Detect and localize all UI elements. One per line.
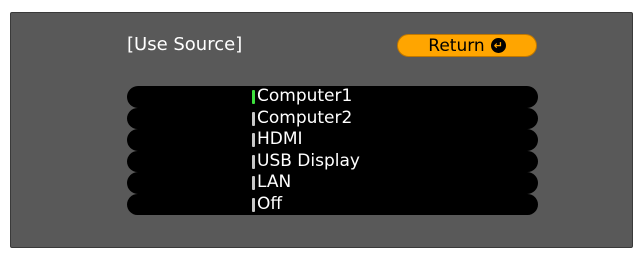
dialog-title: [Use Source] xyxy=(127,34,243,55)
source-list: Computer1 Computer2 HDMI USB Display LAN… xyxy=(127,86,538,215)
source-item-lan[interactable]: LAN xyxy=(127,172,538,194)
enter-icon: ↵ xyxy=(490,38,506,53)
source-item-computer2[interactable]: Computer2 xyxy=(127,107,538,129)
source-item-label: Computer1 xyxy=(257,86,353,106)
marker-icon xyxy=(252,197,255,212)
source-item-computer1[interactable]: Computer1 xyxy=(127,86,538,108)
marker-icon xyxy=(252,111,255,126)
selected-marker-icon xyxy=(252,90,255,104)
source-item-label: HDMI xyxy=(257,129,303,149)
source-item-label: Off xyxy=(257,193,283,214)
source-item-label: USB Display xyxy=(257,150,360,171)
return-button-label: Return xyxy=(428,35,485,56)
marker-icon xyxy=(252,154,255,169)
marker-icon xyxy=(252,176,255,190)
source-item-label: Computer2 xyxy=(257,107,353,128)
source-item-off[interactable]: Off xyxy=(127,193,538,215)
source-item-hdmi[interactable]: HDMI xyxy=(127,129,538,151)
marker-icon xyxy=(252,133,255,147)
source-item-usb-display[interactable]: USB Display xyxy=(127,150,538,172)
source-item-label: LAN xyxy=(257,172,292,192)
return-button[interactable]: Return ↵ xyxy=(397,34,537,57)
